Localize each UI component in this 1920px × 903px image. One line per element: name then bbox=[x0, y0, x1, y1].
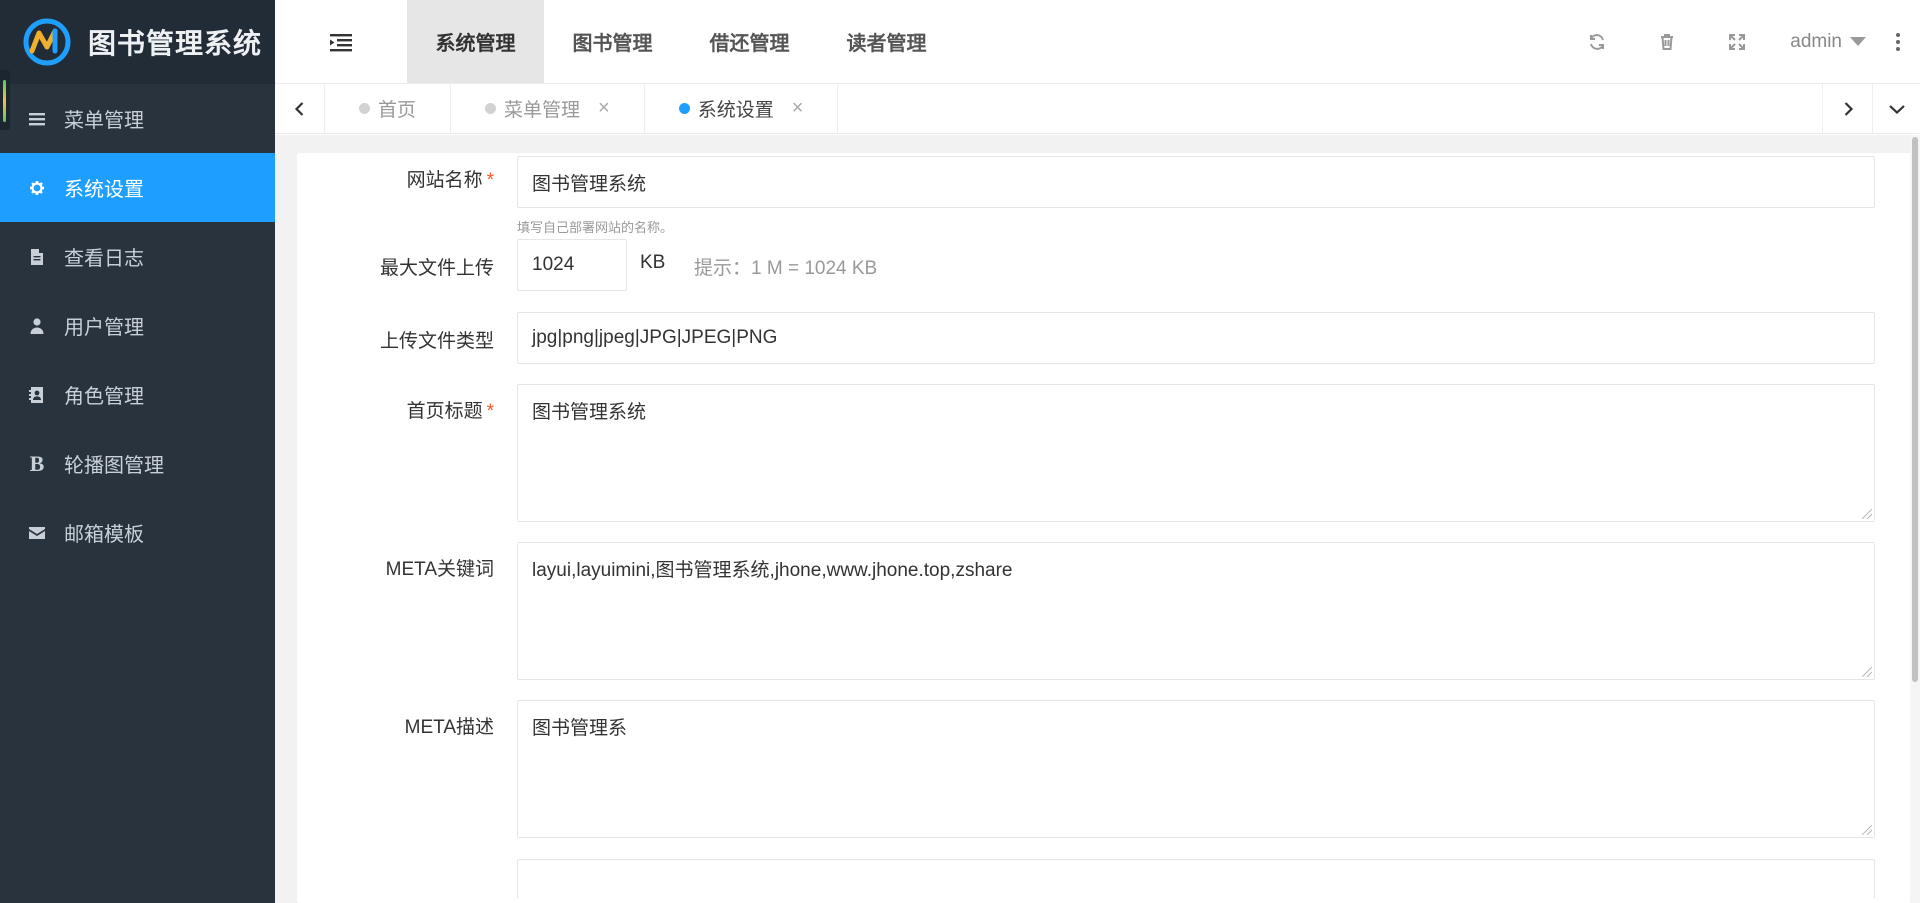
page-tabs: 首页 菜单管理 × 系统设置 × bbox=[325, 84, 1822, 133]
sidebar-item-menu-management[interactable]: 菜单管理 bbox=[0, 84, 275, 153]
sidebar-item-label: 角色管理 bbox=[64, 386, 144, 408]
tab-label: 菜单管理 bbox=[504, 100, 581, 121]
main-content: 网站名称 * 图书管理系统 填写自己部署网站的名称。 最大文件上传 1024 KB… bbox=[275, 135, 1920, 903]
contact-card-icon bbox=[26, 384, 48, 406]
sidebar-item-user-management[interactable]: 用户管理 bbox=[0, 291, 275, 360]
fullscreen-button[interactable] bbox=[1702, 0, 1772, 84]
header-tools: admin bbox=[1562, 0, 1920, 83]
meta-description-textarea[interactable]: 图书管理系 bbox=[517, 700, 1875, 838]
meta-keywords-value: layui,layuimini,图书管理系统,jhone,www.jhone.t… bbox=[532, 560, 1013, 581]
envelope-icon bbox=[26, 522, 48, 544]
sidebar-item-label: 邮箱模板 bbox=[64, 524, 144, 546]
user-icon bbox=[26, 315, 48, 337]
sidebar-item-carousel-management[interactable]: B 轮播图管理 bbox=[0, 429, 275, 498]
tabs-scroll-right-button[interactable] bbox=[1822, 84, 1872, 133]
upload-types-input[interactable]: jpg|png|jpeg|JPG|JPEG|PNG bbox=[517, 312, 1875, 364]
tab-home[interactable]: 首页 bbox=[325, 84, 452, 133]
trash-icon bbox=[1661, 33, 1674, 50]
sidebar: 图书管理系统 菜单管理 系统设置 查看日志 用户管理 角色管理 B 轮播图管理 … bbox=[0, 0, 275, 903]
upload-types-label: 上传文件类型 bbox=[379, 331, 494, 352]
sidebar-item-label: 菜单管理 bbox=[64, 110, 144, 132]
fullscreen-icon bbox=[1729, 33, 1746, 50]
sidebar-item-label: 查看日志 bbox=[64, 248, 144, 270]
meta-description-value: 图书管理系 bbox=[532, 718, 628, 739]
sidebar-toggle-button[interactable] bbox=[275, 0, 407, 83]
sidebar-item-label: 轮播图管理 bbox=[64, 455, 164, 477]
nav-reader-management[interactable]: 读者管理 bbox=[818, 0, 955, 83]
caret-down-icon bbox=[1850, 37, 1866, 46]
sidebar-item-label: 用户管理 bbox=[64, 317, 144, 339]
nav-book-management[interactable]: 图书管理 bbox=[544, 0, 681, 83]
clear-cache-button[interactable] bbox=[1632, 0, 1702, 84]
top-nav: 系统管理 图书管理 借还管理 读者管理 bbox=[407, 0, 955, 83]
site-name-hint: 填写自己部署网站的名称。 bbox=[517, 220, 674, 235]
chevron-right-icon bbox=[1844, 101, 1853, 116]
max-upload-input[interactable]: 1024 bbox=[517, 239, 627, 291]
tab-system-settings[interactable]: 系统设置 × bbox=[645, 84, 839, 133]
sidebar-item-view-logs[interactable]: 查看日志 bbox=[0, 222, 275, 291]
site-name-label: 网站名称 * bbox=[406, 170, 494, 191]
home-title-textarea[interactable]: 图书管理系统 bbox=[517, 384, 1875, 522]
home-title-label: 首页标题 * bbox=[406, 401, 494, 422]
tab-label: 首页 bbox=[378, 100, 417, 121]
gear-icon bbox=[26, 177, 48, 199]
site-name-input[interactable]: 图书管理系统 bbox=[517, 156, 1875, 208]
tab-menu-management[interactable]: 菜单管理 × bbox=[451, 84, 645, 133]
tab-close-icon[interactable]: × bbox=[792, 97, 804, 120]
settings-form-panel: 网站名称 * 图书管理系统 填写自己部署网站的名称。 最大文件上传 1024 KB… bbox=[297, 153, 1912, 903]
chevron-down-icon bbox=[1888, 104, 1905, 114]
tab-dot-icon bbox=[359, 103, 370, 114]
content-scrollbar[interactable] bbox=[1910, 135, 1920, 903]
scrollbar-thumb[interactable] bbox=[1912, 137, 1918, 682]
indent-icon bbox=[330, 33, 352, 51]
resize-handle-icon[interactable] bbox=[1862, 667, 1872, 677]
resize-handle-icon[interactable] bbox=[1862, 825, 1872, 835]
max-upload-tip: 提示：1 M = 1024 KB bbox=[694, 258, 878, 279]
app-title: 图书管理系统 bbox=[88, 28, 263, 59]
side-ribbon[interactable] bbox=[0, 70, 10, 130]
user-menu[interactable]: admin bbox=[1790, 31, 1866, 53]
resize-handle-icon[interactable] bbox=[1862, 509, 1872, 519]
home-title-value: 图书管理系统 bbox=[532, 402, 647, 423]
refresh-icon bbox=[1590, 33, 1605, 50]
meta-keywords-label: META关键词 bbox=[385, 559, 494, 580]
sidebar-item-role-management[interactable]: 角色管理 bbox=[0, 360, 275, 429]
more-vertical-icon[interactable] bbox=[1896, 32, 1900, 51]
top-header: 系统管理 图书管理 借还管理 读者管理 admin bbox=[275, 0, 1920, 84]
list-icon bbox=[26, 108, 48, 130]
sidebar-item-label: 系统设置 bbox=[64, 179, 144, 201]
page-tabs-bar: 首页 菜单管理 × 系统设置 × bbox=[275, 84, 1920, 134]
username: admin bbox=[1790, 30, 1842, 52]
logo-icon bbox=[23, 18, 71, 66]
sidebar-menu: 菜单管理 系统设置 查看日志 用户管理 角色管理 B 轮播图管理 邮箱模板 bbox=[0, 84, 275, 567]
sidebar-item-email-template[interactable]: 邮箱模板 bbox=[0, 498, 275, 567]
required-mark: * bbox=[486, 401, 494, 422]
file-icon bbox=[26, 246, 48, 268]
refresh-button[interactable] bbox=[1562, 0, 1632, 84]
tabs-scroll-left-button[interactable] bbox=[275, 84, 325, 133]
logo-area[interactable]: 图书管理系统 bbox=[0, 0, 275, 84]
max-upload-unit: KB bbox=[640, 252, 666, 273]
max-upload-label: 最大文件上传 bbox=[379, 258, 494, 279]
chevron-left-icon bbox=[294, 101, 303, 116]
tab-label: 系统设置 bbox=[697, 100, 774, 121]
tab-close-icon[interactable]: × bbox=[598, 97, 610, 120]
tab-dot-icon bbox=[678, 103, 690, 114]
tabs-menu-button[interactable] bbox=[1872, 84, 1920, 133]
sidebar-item-system-settings[interactable]: 系统设置 bbox=[0, 153, 275, 222]
nav-borrow-return[interactable]: 借还管理 bbox=[681, 0, 818, 83]
meta-keywords-textarea[interactable]: layui,layuimini,图书管理系统,jhone,www.jhone.t… bbox=[517, 542, 1875, 680]
bold-b-icon: B bbox=[29, 450, 45, 476]
next-field-input[interactable] bbox=[517, 859, 1875, 899]
tab-dot-icon bbox=[485, 103, 497, 114]
nav-system-management[interactable]: 系统管理 bbox=[407, 0, 544, 83]
required-mark: * bbox=[486, 170, 494, 191]
meta-description-label: META描述 bbox=[404, 717, 494, 738]
